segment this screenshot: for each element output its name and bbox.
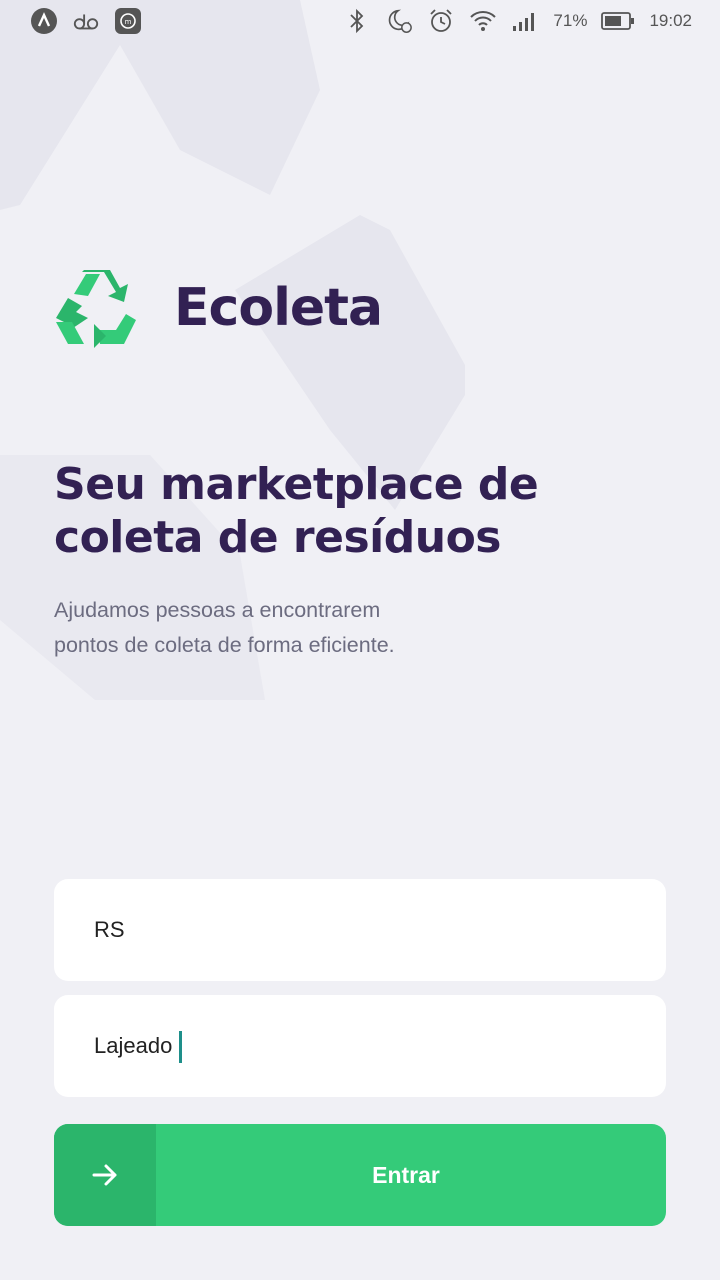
enter-button[interactable]: Entrar: [54, 1124, 666, 1226]
status-bar: m 71% 19:02: [0, 0, 720, 42]
clock: 19:02: [649, 11, 692, 30]
status-left-icons: m: [30, 7, 142, 35]
voicemail-icon: [72, 7, 100, 35]
do-not-disturb-icon: [385, 7, 413, 35]
city-input[interactable]: [54, 995, 666, 1097]
page-subtitle: Ajudamos pessoas a encontrarem pontos de…: [54, 593, 474, 663]
headline-line-2: coleta de resíduos: [54, 512, 501, 563]
alarm-icon: [427, 7, 455, 35]
signal-icon: [511, 7, 539, 35]
uf-input[interactable]: [54, 879, 666, 981]
battery-icon: [601, 7, 635, 35]
media-icon: m: [114, 7, 142, 35]
headline-line-1: Seu marketplace de: [54, 459, 539, 510]
arrow-right-icon: [54, 1124, 156, 1226]
status-right-icons: 71% 19:02: [343, 7, 692, 35]
app-logo: Ecoleta: [54, 268, 383, 348]
battery-percent: 71%: [553, 11, 588, 30]
wifi-icon: [469, 7, 497, 35]
bluetooth-icon: [343, 7, 371, 35]
subtitle-line-1: Ajudamos pessoas a encontrarem: [54, 598, 381, 622]
recycle-icon: [56, 270, 136, 348]
svg-text:m: m: [125, 18, 132, 26]
subtitle-line-2: pontos de coleta de forma eficiente.: [54, 633, 395, 657]
app-icon: [30, 7, 58, 35]
enter-button-label: Entrar: [372, 1161, 440, 1188]
text-cursor: [179, 1031, 182, 1063]
app-name: Ecoleta: [174, 278, 383, 338]
page-title: Seu marketplace de coleta de resíduos: [54, 458, 614, 564]
